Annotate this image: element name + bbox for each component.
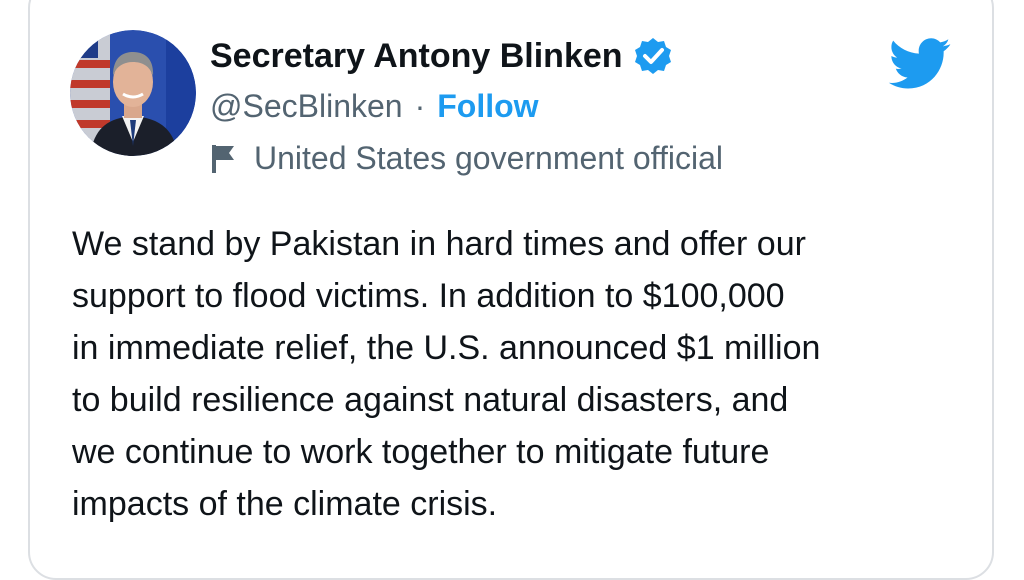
handle-row: @SecBlinken · Follow	[210, 86, 539, 126]
display-name[interactable]: Secretary Antony Blinken	[210, 37, 623, 76]
separator-dot: ·	[414, 87, 426, 124]
author-handle[interactable]: @SecBlinken	[210, 88, 403, 125]
tweet-line: impacts of the climate crisis.	[72, 485, 498, 523]
follow-button[interactable]: Follow	[437, 88, 538, 125]
tweet-line: We stand by Pakistan in hard times and o…	[72, 225, 806, 263]
tweet-line: support to flood victims. In addition to…	[72, 277, 785, 315]
tweet-line: in immediate relief, the U.S. announced …	[72, 329, 821, 367]
account-label-row: United States government official	[210, 138, 723, 178]
tweet-text: We stand by Pakistan in hard times and o…	[72, 218, 972, 530]
flag-icon	[210, 143, 236, 173]
avatar[interactable]	[70, 30, 196, 156]
tweet-line: to build resilience against natural disa…	[72, 381, 789, 419]
tweet-line: we continue to work together to mitigate…	[72, 433, 770, 471]
avatar-photo	[70, 30, 196, 156]
account-label[interactable]: United States government official	[254, 140, 723, 177]
author-name-row: Secretary Antony Blinken	[210, 36, 673, 76]
verified-badge-icon	[633, 36, 673, 76]
twitter-bird-icon[interactable]	[888, 38, 952, 90]
